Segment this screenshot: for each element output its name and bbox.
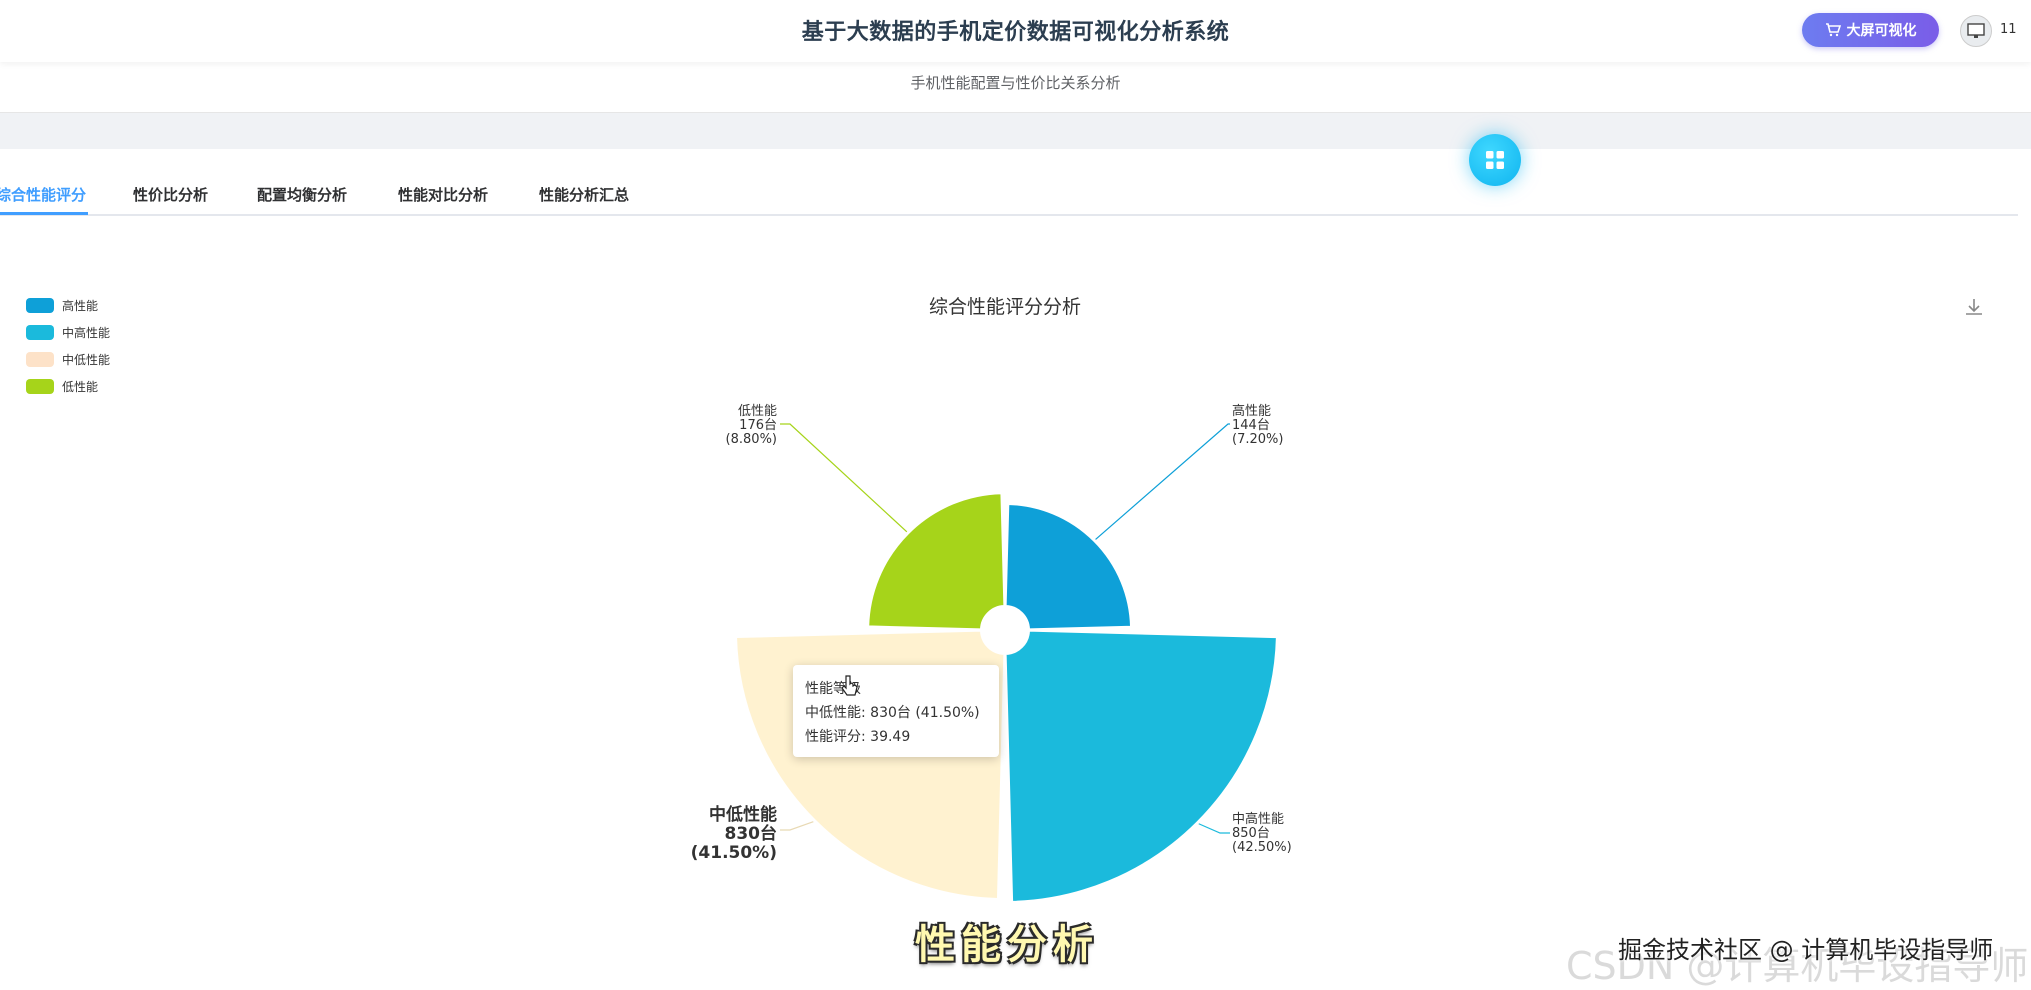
- leader-line-midhigh: [1198, 823, 1230, 834]
- video-caption: 性能分析: [915, 921, 1099, 968]
- leader-line-high: [1095, 423, 1230, 540]
- cursor-icon: [841, 675, 858, 696]
- label-midhigh-count: 850台: [1232, 826, 1270, 841]
- rose-chart: 低性能 176台 (8.80%) 高性能 144台 (7.20%) 中高性能 8…: [691, 403, 1292, 903]
- rose-slice-midhigh[interactable]: [1004, 629, 1278, 903]
- label-high-pct: (7.20%): [1232, 432, 1283, 447]
- label-midlow-pct: (41.50%): [691, 843, 777, 863]
- label-midlow-name: 中低性能: [709, 804, 777, 825]
- label-low-count: 176台: [739, 418, 777, 433]
- leader-line-midlow: [780, 821, 814, 831]
- tooltip-line-2: 性能评分: 39.49: [805, 729, 911, 745]
- label-low-name: 低性能: [738, 404, 777, 419]
- leader-line-low: [780, 423, 908, 533]
- label-high-name: 高性能: [1232, 403, 1271, 419]
- label-midlow-count: 830台: [725, 823, 778, 844]
- tooltip-line-1: 中低性能: 830台 (41.50%): [805, 705, 980, 721]
- label-midhigh-name: 中高性能: [1232, 811, 1284, 827]
- rose-slice-high[interactable]: [1004, 502, 1133, 631]
- watermark-juejin: 掘金技术社区 @ 计算机毕设指导师: [1618, 936, 1994, 964]
- chart-tooltip: 性能等级 中低性能: 830台 (41.50%) 性能评分: 39.49: [793, 665, 999, 757]
- label-low-pct: (8.80%): [726, 432, 777, 447]
- rose-slice-low[interactable]: [867, 492, 1006, 631]
- label-high-count: 144台: [1232, 418, 1270, 433]
- tooltip-title: 性能等级: [805, 681, 861, 697]
- label-midhigh-pct: (42.50%): [1232, 840, 1292, 855]
